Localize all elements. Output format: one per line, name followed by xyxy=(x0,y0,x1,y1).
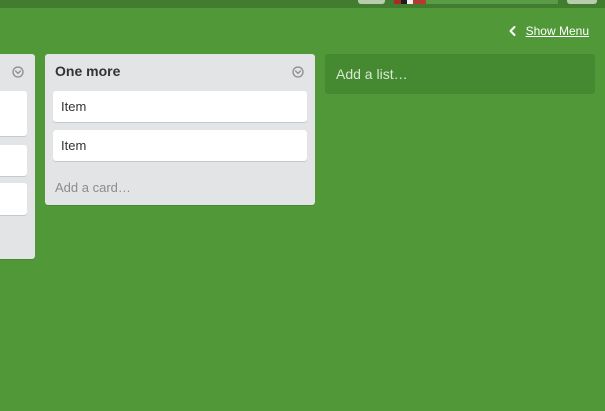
card[interactable]: Item xyxy=(53,130,307,161)
add-list-button[interactable]: Add a list… xyxy=(325,54,595,94)
chevron-down-circle-icon[interactable] xyxy=(292,66,304,78)
card[interactable] xyxy=(0,183,27,215)
card[interactable] xyxy=(0,145,27,176)
show-menu-label: Show Menu xyxy=(525,24,589,38)
list: One more Item Item Add a card… xyxy=(45,54,315,205)
show-menu-button[interactable]: Show Menu xyxy=(508,24,589,38)
list xyxy=(0,54,35,259)
board-header-bar xyxy=(0,0,605,8)
chevron-left-icon xyxy=(509,26,516,36)
notifications-button[interactable] xyxy=(567,0,597,4)
card[interactable]: Item xyxy=(53,91,307,122)
member-name-button[interactable] xyxy=(426,0,558,4)
header-button[interactable] xyxy=(358,0,385,4)
card[interactable] xyxy=(0,91,27,136)
avatar[interactable] xyxy=(394,0,426,4)
add-card-button[interactable]: Add a card… xyxy=(55,180,131,195)
chevron-down-circle-icon[interactable] xyxy=(12,66,24,78)
list-title[interactable]: One more xyxy=(55,63,120,79)
